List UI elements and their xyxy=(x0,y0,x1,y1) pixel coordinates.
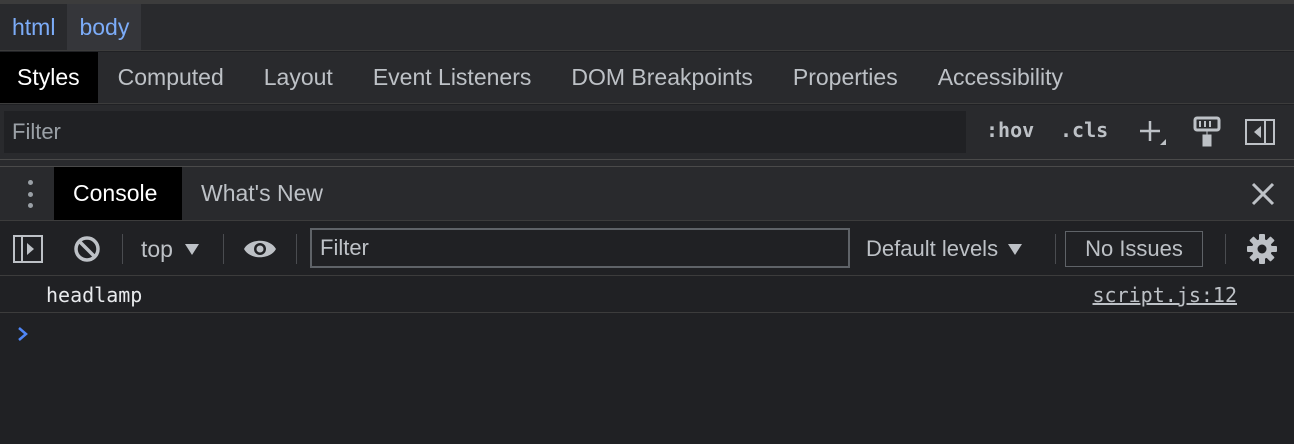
issues-button[interactable]: No Issues xyxy=(1065,231,1203,267)
new-style-rule-icon[interactable] xyxy=(1134,115,1168,149)
log-levels-label: Default levels xyxy=(866,236,999,261)
styles-panel-tabs: Styles Computed Layout Event Listeners D… xyxy=(0,52,1294,104)
console-filter-input[interactable]: Filter xyxy=(310,228,850,268)
toolbar-separator xyxy=(223,234,224,264)
toolbar-separator xyxy=(122,234,123,264)
tab-styles[interactable]: Styles xyxy=(0,52,98,103)
tab-computed[interactable]: Computed xyxy=(98,52,244,103)
drawer-tab-console[interactable]: Console xyxy=(54,167,182,220)
log-levels-dropdown[interactable]: Default levels xyxy=(866,236,1023,262)
close-drawer-icon[interactable] xyxy=(1248,179,1278,209)
toolbar-separator xyxy=(296,234,297,264)
clear-console-icon[interactable] xyxy=(72,234,102,269)
toolbar-separator xyxy=(1225,234,1226,264)
chevron-down-icon xyxy=(1008,243,1023,255)
console-message: headlamp script.js:12 xyxy=(0,277,1294,313)
chevron-down-icon xyxy=(184,244,199,255)
live-expression-eye-icon[interactable] xyxy=(242,236,278,267)
drawer-tab-whats-new[interactable]: What's New xyxy=(201,167,323,220)
context-selector[interactable]: top xyxy=(141,236,199,263)
tab-properties[interactable]: Properties xyxy=(773,52,918,103)
breadcrumb: html body xyxy=(0,4,1294,51)
paint-roller-icon[interactable] xyxy=(1190,115,1224,149)
styles-filter-bar: Filter :hov .cls xyxy=(0,105,1294,159)
toggle-sidebar-icon[interactable] xyxy=(1243,115,1277,149)
more-tools-icon[interactable] xyxy=(20,177,40,211)
breadcrumb-html[interactable]: html xyxy=(0,4,67,50)
breadcrumb-body[interactable]: body xyxy=(67,4,142,50)
hov-toggle[interactable]: :hov xyxy=(986,118,1034,142)
console-prompt-icon[interactable] xyxy=(16,324,30,344)
cls-toggle[interactable]: .cls xyxy=(1060,118,1108,142)
tab-event-listeners[interactable]: Event Listeners xyxy=(353,52,552,103)
tab-accessibility[interactable]: Accessibility xyxy=(918,52,1083,103)
show-console-sidebar-icon[interactable] xyxy=(12,233,44,270)
console-message-text: headlamp xyxy=(46,283,143,307)
panel-splitter[interactable] xyxy=(0,159,1294,167)
gear-icon[interactable] xyxy=(1246,233,1278,270)
console-toolbar: top Filter Default levels No Issues xyxy=(0,222,1294,276)
styles-filter-input[interactable]: Filter xyxy=(4,111,966,153)
tab-dom-breakpoints[interactable]: DOM Breakpoints xyxy=(551,52,773,103)
context-selector-label: top xyxy=(141,236,173,262)
toolbar-separator xyxy=(1055,234,1056,264)
tab-layout[interactable]: Layout xyxy=(244,52,353,103)
console-message-source-link[interactable]: script.js:12 xyxy=(1093,283,1238,307)
drawer-tabbar: Console What's New xyxy=(0,167,1294,221)
